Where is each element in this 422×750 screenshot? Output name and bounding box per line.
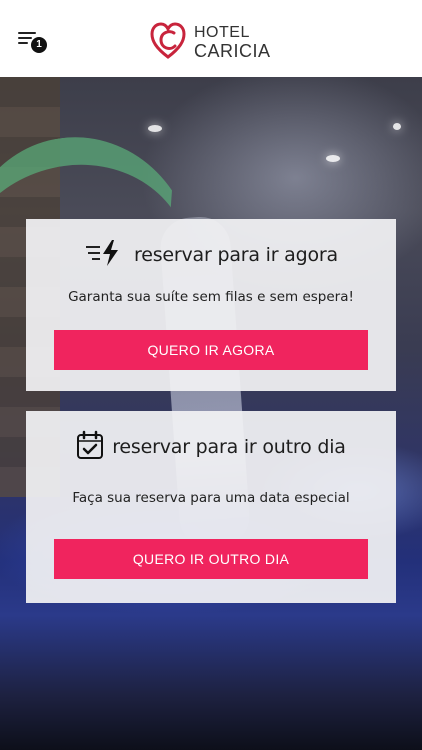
- option-title-row-now: reservar para ir agora: [0, 238, 422, 272]
- logo-line-hotel: HOTEL: [194, 24, 250, 41]
- option-title-now: reservar para ir agora: [134, 244, 338, 266]
- notification-badge: 1: [31, 37, 47, 53]
- app-header: 1 HOTEL CARICIA: [0, 0, 422, 77]
- menu-icon-line: [18, 42, 28, 44]
- option-title-other-day: reservar para ir outro dia: [112, 436, 346, 458]
- go-now-button[interactable]: QUERO IR AGORA: [54, 330, 368, 370]
- fast-lightning-icon: [84, 238, 122, 272]
- option-description-now: Garanta sua suíte sem filas e sem espera…: [68, 289, 354, 305]
- option-title-row-other-day: reservar para ir outro dia: [0, 430, 422, 464]
- hotel-logo: HOTEL CARICIA: [150, 19, 280, 63]
- ceiling-light: [326, 155, 340, 162]
- menu-icon-line: [18, 32, 36, 34]
- menu-button[interactable]: 1: [16, 28, 50, 54]
- go-other-day-button[interactable]: QUERO IR OUTRO DIA: [54, 539, 368, 579]
- menu-icon-line: [18, 37, 32, 39]
- heart-logo-icon: [150, 22, 186, 59]
- calendar-check-icon: [76, 430, 104, 464]
- logo-line-caricia: CARICIA: [194, 41, 271, 61]
- logo-wordmark: HOTEL CARICIA: [194, 24, 271, 60]
- ceiling-light: [393, 123, 401, 130]
- option-description-other-day: Faça sua reserva para uma data especial: [72, 490, 350, 506]
- ceiling-light: [148, 125, 162, 132]
